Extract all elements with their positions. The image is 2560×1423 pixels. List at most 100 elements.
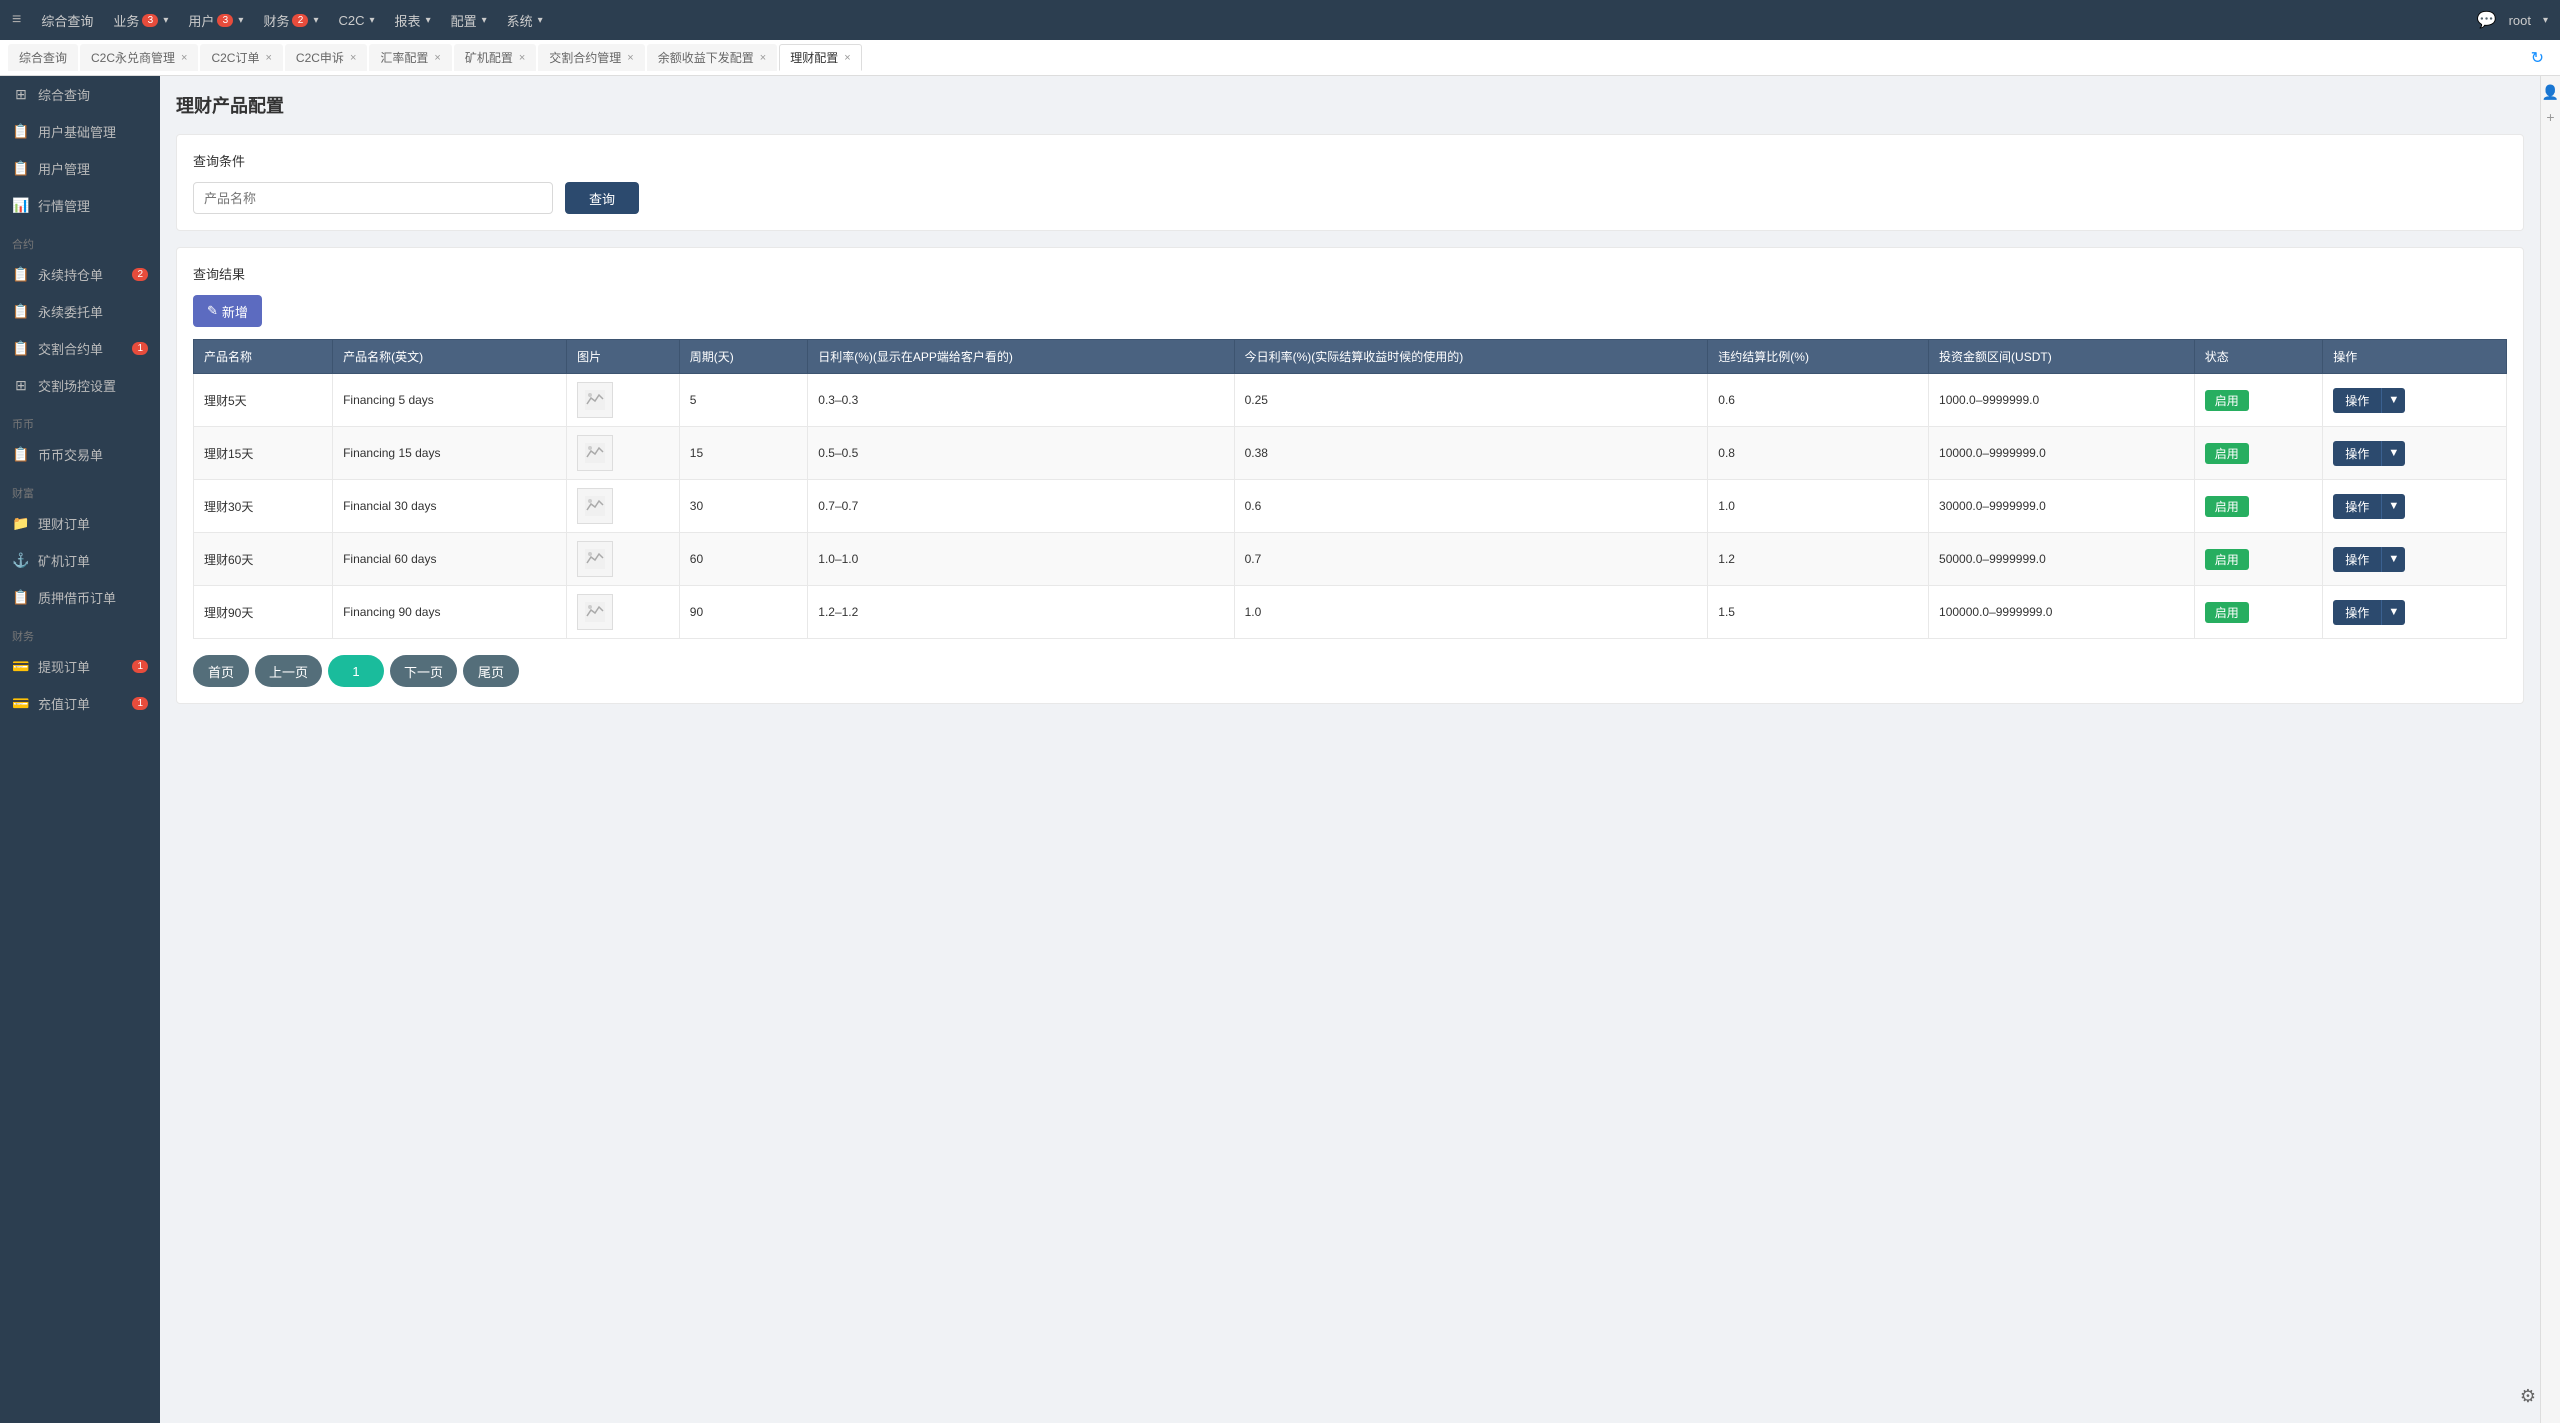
tab-close-icon[interactable]: × bbox=[265, 52, 271, 64]
tab-close-icon[interactable]: × bbox=[434, 52, 440, 64]
refresh-icon[interactable]: ↻ bbox=[2523, 48, 2552, 68]
action-dropdown-button[interactable]: ▼ bbox=[2381, 600, 2405, 625]
page-first-button[interactable]: 首页 bbox=[193, 655, 249, 687]
nav-item-users[interactable]: 用户 3 ▾ bbox=[180, 7, 251, 34]
table-row: 理财5天 Financing 5 days 5 0.3–0.3 0.25 0.6… bbox=[194, 374, 2507, 427]
sidebar-item-perpetual-entrust[interactable]: 📋 永续委托单 bbox=[0, 293, 160, 330]
cell-name-en: Financing 90 days bbox=[333, 586, 567, 639]
cell-daily-rate: 0.5–0.5 bbox=[808, 427, 1234, 480]
sidebar-item-user-mgmt[interactable]: 📋 用户管理 bbox=[0, 150, 160, 187]
status-enabled-button[interactable]: 启用 bbox=[2205, 443, 2249, 464]
sidebar-item-mining-order[interactable]: ⚓ 矿机订单 bbox=[0, 542, 160, 579]
tab-c2c-merchant[interactable]: C2C永兑商管理 × bbox=[80, 44, 198, 71]
sidebar-item-delivery-control[interactable]: ⊞ 交割场控设置 bbox=[0, 367, 160, 404]
page-next-button[interactable]: 下一页 bbox=[390, 655, 457, 687]
chevron-down-icon[interactable]: ▾ bbox=[2543, 15, 2548, 26]
sidebar-item-label: 币币交易单 bbox=[38, 445, 103, 464]
action-button[interactable]: 操作 bbox=[2333, 547, 2381, 572]
product-image bbox=[577, 541, 613, 577]
nav-item-finance[interactable]: 财务 2 ▾ bbox=[255, 7, 326, 34]
tab-close-icon[interactable]: × bbox=[760, 52, 766, 64]
nav-label: 业务 bbox=[113, 11, 139, 30]
tab-label: 理财配置 bbox=[790, 49, 838, 66]
sidebar-item-withdrawal[interactable]: 💳 提现订单 1 bbox=[0, 648, 160, 685]
sidebar-item-finance-order[interactable]: 📁 理财订单 bbox=[0, 505, 160, 542]
action-button[interactable]: 操作 bbox=[2333, 388, 2381, 413]
tab-close-icon[interactable]: × bbox=[181, 52, 187, 64]
tab-comprehensive[interactable]: 综合查询 bbox=[8, 44, 78, 71]
status-enabled-button[interactable]: 启用 bbox=[2205, 390, 2249, 411]
add-button[interactable]: ✎ 新增 bbox=[193, 295, 262, 327]
chat-icon[interactable]: 💬 bbox=[2477, 10, 2497, 30]
results-card: 查询结果 ✎ 新增 产品名称 产品名称(英文) 图片 周期(天) 日利率(%)(… bbox=[176, 247, 2524, 704]
sidebar-item-delivery-order[interactable]: 📋 交割合约单 1 bbox=[0, 330, 160, 367]
tab-close-icon[interactable]: × bbox=[350, 52, 356, 64]
sidebar-item-user-basic[interactable]: 📋 用户基础管理 bbox=[0, 113, 160, 150]
cell-action: 操作 ▼ bbox=[2323, 586, 2507, 639]
nav-item-reports[interactable]: 报表 ▾ bbox=[387, 7, 439, 34]
query-button[interactable]: 查询 bbox=[565, 182, 639, 214]
table-row: 理财30天 Financial 30 days 30 0.7–0.7 0.6 1… bbox=[194, 480, 2507, 533]
product-name-input[interactable] bbox=[193, 182, 553, 214]
tab-delivery-contract[interactable]: 交割合约管理 × bbox=[538, 44, 644, 71]
status-enabled-button[interactable]: 启用 bbox=[2205, 549, 2249, 570]
tab-close-icon[interactable]: × bbox=[519, 52, 525, 64]
status-enabled-button[interactable]: 启用 bbox=[2205, 496, 2249, 517]
cell-today-rate: 0.25 bbox=[1234, 374, 1708, 427]
action-dropdown-button[interactable]: ▼ bbox=[2381, 494, 2405, 519]
main-layout: ⊞ 综合查询 📋 用户基础管理 📋 用户管理 📊 行情管理 合约 📋 永续持仓单… bbox=[0, 76, 2560, 1423]
sidebar-item-comprehensive[interactable]: ⊞ 综合查询 bbox=[0, 76, 160, 113]
tab-close-icon[interactable]: × bbox=[844, 52, 850, 64]
tab-exchange-rate[interactable]: 汇率配置 × bbox=[369, 44, 451, 71]
anchor-icon: ⚓ bbox=[12, 552, 30, 569]
tab-bar: 综合查询 C2C永兑商管理 × C2C订单 × C2C申诉 × 汇率配置 × 矿… bbox=[0, 40, 2560, 76]
status-enabled-button[interactable]: 启用 bbox=[2205, 602, 2249, 623]
nav-label: 用户 bbox=[188, 11, 214, 30]
menu-icon[interactable]: ≡ bbox=[12, 11, 21, 29]
nav-item-config[interactable]: 配置 ▾ bbox=[443, 7, 495, 34]
page-current-button[interactable]: 1 bbox=[328, 655, 384, 687]
page-prev-button[interactable]: 上一页 bbox=[255, 655, 322, 687]
cell-penalty: 1.2 bbox=[1708, 533, 1929, 586]
gear-icon[interactable]: ⚙ bbox=[2520, 1386, 2536, 1407]
chevron-down-icon: ▾ bbox=[370, 15, 375, 26]
nav-item-comprehensive[interactable]: 综合查询 bbox=[33, 7, 101, 34]
cell-name: 理财30天 bbox=[194, 480, 333, 533]
tab-close-icon[interactable]: × bbox=[627, 52, 633, 64]
action-dropdown-button[interactable]: ▼ bbox=[2381, 441, 2405, 466]
sidebar-item-recharge[interactable]: 💳 充值订单 1 bbox=[0, 685, 160, 722]
plus-icon[interactable]: + bbox=[2546, 109, 2554, 125]
action-group: 操作 ▼ bbox=[2333, 494, 2496, 519]
page-last-button[interactable]: 尾页 bbox=[463, 655, 519, 687]
action-button[interactable]: 操作 bbox=[2333, 441, 2381, 466]
cell-today-rate: 1.0 bbox=[1234, 586, 1708, 639]
pencil-icon: ✎ bbox=[207, 303, 218, 319]
action-group: 操作 ▼ bbox=[2333, 547, 2496, 572]
action-button[interactable]: 操作 bbox=[2333, 600, 2381, 625]
sidebar-item-mortgage-order[interactable]: 📋 质押借币订单 bbox=[0, 579, 160, 616]
page-title: 理财产品配置 bbox=[176, 92, 2524, 118]
tab-mining-config[interactable]: 矿机配置 × bbox=[454, 44, 536, 71]
cell-today-rate: 0.6 bbox=[1234, 480, 1708, 533]
grid-icon: ⊞ bbox=[12, 86, 30, 103]
nav-item-system[interactable]: 系统 ▾ bbox=[499, 7, 551, 34]
sidebar-item-market[interactable]: 📊 行情管理 bbox=[0, 187, 160, 224]
nav-item-c2c[interactable]: C2C ▾ bbox=[331, 9, 383, 32]
tab-finance-config[interactable]: 理财配置 × bbox=[779, 44, 861, 71]
nav-badge: 2 bbox=[292, 14, 308, 27]
sidebar-item-coin-trade[interactable]: 📋 币币交易单 bbox=[0, 436, 160, 473]
action-button[interactable]: 操作 bbox=[2333, 494, 2381, 519]
action-dropdown-button[interactable]: ▼ bbox=[2381, 388, 2405, 413]
action-dropdown-button[interactable]: ▼ bbox=[2381, 547, 2405, 572]
nav-item-business[interactable]: 业务 3 ▾ bbox=[105, 7, 176, 34]
cell-action: 操作 ▼ bbox=[2323, 427, 2507, 480]
sidebar-item-label: 充值订单 bbox=[38, 694, 90, 713]
sidebar-item-perpetual-order[interactable]: 📋 永续持仓单 2 bbox=[0, 256, 160, 293]
sidebar-item-label: 质押借币订单 bbox=[38, 588, 116, 607]
tab-balance-revenue[interactable]: 余额收益下发配置 × bbox=[647, 44, 777, 71]
tab-c2c-order[interactable]: C2C订单 × bbox=[200, 44, 282, 71]
nav-label: 报表 bbox=[395, 11, 421, 30]
cell-amount-range: 10000.0–9999999.0 bbox=[1929, 427, 2195, 480]
tab-c2c-appeal[interactable]: C2C申诉 × bbox=[285, 44, 367, 71]
sidebar-item-label: 用户管理 bbox=[38, 159, 90, 178]
